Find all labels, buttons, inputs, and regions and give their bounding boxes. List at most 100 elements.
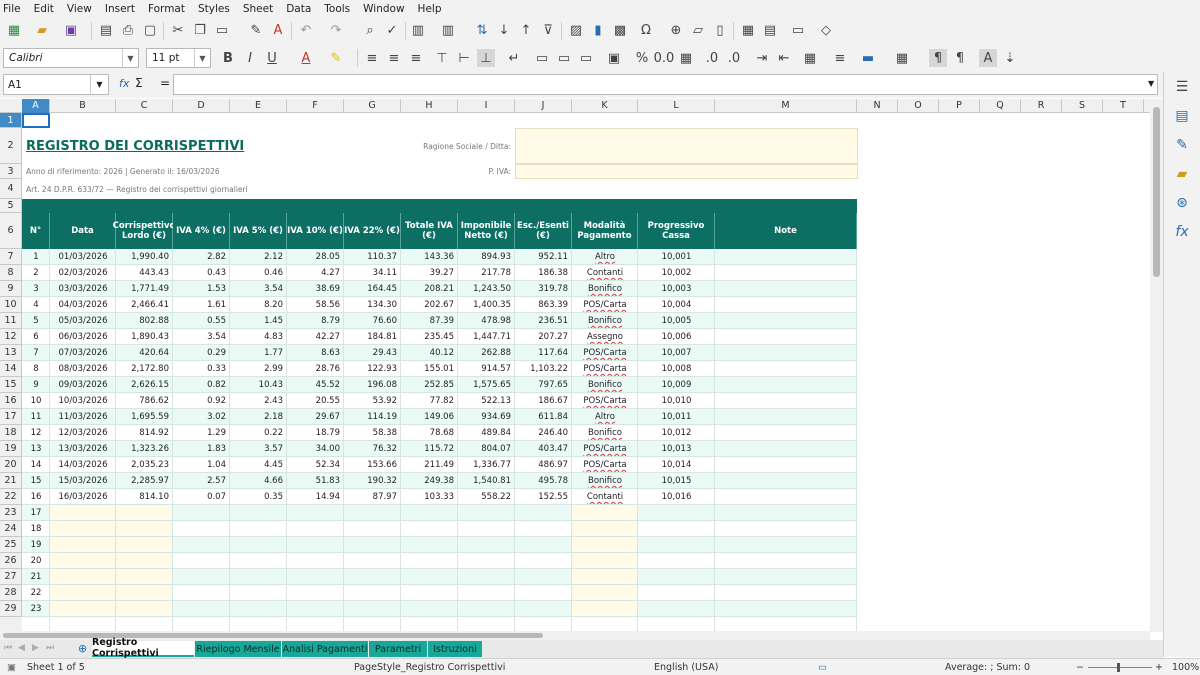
column-header-d[interactable]: D: [173, 99, 230, 113]
menu-data[interactable]: Data: [286, 3, 311, 15]
table-cell[interactable]: 77.82: [401, 393, 458, 409]
table-cell[interactable]: POS/Carta: [572, 393, 638, 409]
table-cell[interactable]: 934.69: [458, 409, 515, 425]
table-cell[interactable]: 20.55: [287, 393, 344, 409]
table-cell[interactable]: 1,540.81: [458, 473, 515, 489]
note-cell[interactable]: [715, 265, 857, 281]
table-cell[interactable]: POS/Carta: [572, 297, 638, 313]
functions-icon[interactable]: fx: [1173, 223, 1191, 241]
properties-icon[interactable]: ▤: [1173, 107, 1191, 125]
navigator-icon[interactable]: ⊛: [1173, 194, 1191, 212]
table-cell[interactable]: 1,400.35: [458, 297, 515, 313]
note-cell[interactable]: [715, 489, 857, 505]
note-cell[interactable]: [715, 249, 857, 265]
table-cell[interactable]: 09/03/2026: [50, 377, 116, 393]
row-header-24[interactable]: 24: [0, 521, 22, 537]
table-cell[interactable]: 14.94: [287, 489, 344, 505]
formula-input[interactable]: [173, 74, 1158, 95]
table-cell[interactable]: 153.66: [344, 457, 401, 473]
table-cell[interactable]: 10,015: [638, 473, 715, 489]
table-cell[interactable]: 1.29: [173, 425, 230, 441]
table-cell[interactable]: 29.43: [344, 345, 401, 361]
table-cell[interactable]: 76.60: [344, 313, 401, 329]
table-cell[interactable]: 10,008: [638, 361, 715, 377]
border-style-icon[interactable]: ≡: [831, 49, 849, 67]
table-cell[interactable]: 262.88: [458, 345, 515, 361]
table-cell[interactable]: 28.05: [287, 249, 344, 265]
expand-formula-icon[interactable]: ▼: [1148, 79, 1154, 88]
column-header-m[interactable]: M: [715, 99, 857, 113]
table-cell[interactable]: 2.99: [230, 361, 287, 377]
amount-input-cell[interactable]: [116, 569, 173, 585]
date-input-cell[interactable]: [50, 569, 116, 585]
table-cell[interactable]: 1.77: [230, 345, 287, 361]
table-cell[interactable]: Contanti: [572, 265, 638, 281]
table-cell[interactable]: 235.45: [401, 329, 458, 345]
row-header-3[interactable]: 3: [0, 164, 22, 179]
payment-input-cell[interactable]: [572, 505, 638, 521]
zoom-level[interactable]: 100%: [1172, 662, 1199, 673]
table-cell[interactable]: 0.46: [230, 265, 287, 281]
table-cell[interactable]: 0.82: [173, 377, 230, 393]
row-header-8[interactable]: 8: [0, 265, 22, 281]
table-cell[interactable]: 0.22: [230, 425, 287, 441]
table-cell[interactable]: 10/03/2026: [50, 393, 116, 409]
table-cell[interactable]: 611.84: [515, 409, 572, 425]
sum-icon[interactable]: Σ: [135, 76, 143, 90]
column-icon[interactable]: ▥: [439, 21, 457, 39]
table-cell[interactable]: 0.35: [230, 489, 287, 505]
font-color-icon[interactable]: A: [297, 49, 315, 67]
scroll-thumb[interactable]: [1153, 107, 1160, 277]
zoom-slider-handle[interactable]: [1117, 663, 1120, 672]
date-input-cell[interactable]: [50, 505, 116, 521]
amount-input-cell[interactable]: [116, 585, 173, 601]
table-cell[interactable]: 186.67: [515, 393, 572, 409]
table-cell[interactable]: 2: [22, 265, 50, 281]
date-format-icon[interactable]: ▦: [677, 49, 695, 67]
table-cell[interactable]: 16: [22, 489, 50, 505]
row-header-29[interactable]: 29: [0, 601, 22, 617]
table-cell[interactable]: 1,323.26: [116, 441, 173, 457]
table-cell[interactable]: 8: [22, 361, 50, 377]
table-cell[interactable]: 211.49: [401, 457, 458, 473]
next-sheet-icon[interactable]: ▶: [32, 643, 39, 653]
table-cell[interactable]: 58.38: [344, 425, 401, 441]
table-cell[interactable]: 16/03/2026: [50, 489, 116, 505]
table-cell[interactable]: Altro: [572, 409, 638, 425]
row-header-21[interactable]: 21: [0, 473, 22, 489]
column-header-l[interactable]: L: [638, 99, 715, 113]
table-cell[interactable]: 3.57: [230, 441, 287, 457]
table-cell[interactable]: Contanti: [572, 489, 638, 505]
conditional-format-icon[interactable]: ▦: [893, 49, 911, 67]
undo-icon[interactable]: ↶: [297, 21, 315, 39]
table-cell[interactable]: 814.92: [116, 425, 173, 441]
table-cell[interactable]: 522.13: [458, 393, 515, 409]
insert-chart-icon[interactable]: ▮: [589, 21, 607, 39]
amount-input-cell[interactable]: [116, 505, 173, 521]
table-cell[interactable]: 486.97: [515, 457, 572, 473]
paste-icon[interactable]: ▭: [213, 21, 231, 39]
table-cell[interactable]: 190.32: [344, 473, 401, 489]
table-cell[interactable]: 10,007: [638, 345, 715, 361]
ragione-sociale-input[interactable]: [515, 128, 858, 164]
table-cell[interactable]: 403.47: [515, 441, 572, 457]
headers-footers-icon[interactable]: ▯: [711, 21, 729, 39]
row-header-2[interactable]: 2: [0, 128, 22, 164]
note-cell[interactable]: [715, 409, 857, 425]
table-cell[interactable]: 802.88: [116, 313, 173, 329]
row-header-26[interactable]: 26: [0, 553, 22, 569]
table-cell[interactable]: 06/03/2026: [50, 329, 116, 345]
table-cell[interactable]: Assegno: [572, 329, 638, 345]
column-header-k[interactable]: K: [572, 99, 638, 113]
table-cell[interactable]: 478.98: [458, 313, 515, 329]
row-header-14[interactable]: 14: [0, 361, 22, 377]
column-header-q[interactable]: Q: [980, 99, 1021, 113]
hyperlink-icon[interactable]: ⊕: [667, 21, 685, 39]
table-cell[interactable]: 10,002: [638, 265, 715, 281]
print-preview-icon[interactable]: ▢: [141, 21, 159, 39]
table-cell[interactable]: 1.04: [173, 457, 230, 473]
table-cell[interactable]: 1: [22, 249, 50, 265]
amount-input-cell[interactable]: [116, 601, 173, 617]
table-cell[interactable]: 10,012: [638, 425, 715, 441]
table-cell[interactable]: 0.33: [173, 361, 230, 377]
